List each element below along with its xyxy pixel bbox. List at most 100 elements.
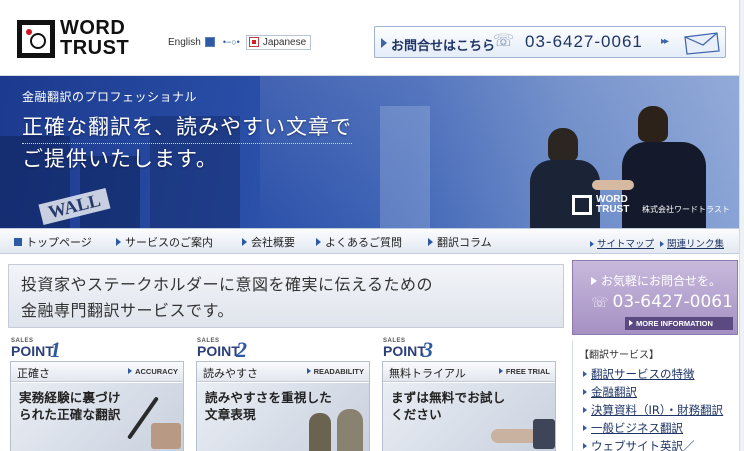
nav-label: 会社概要 xyxy=(251,236,295,249)
brand-mark-icon xyxy=(572,195,592,215)
card-header: 読みやすさ READABILITY xyxy=(197,362,369,382)
services-heading: 【翻訳サービス】 xyxy=(579,350,659,361)
card-title: 無料トライアル xyxy=(389,367,466,380)
hero-tagline: 金融翻訳のプロフェッショナル xyxy=(22,90,198,104)
nav-label: サービスのご案内 xyxy=(125,236,213,249)
card-body: まずは無料でお試し ください xyxy=(391,390,506,422)
point-card: 無料トライアル FREE TRIAL まずは無料でお試し ください xyxy=(382,361,556,451)
hero-brand: WORD TRUST 株式会社ワードトラスト xyxy=(572,194,738,220)
brand-company: 株式会社ワードトラスト xyxy=(642,205,730,214)
card-eng: FREE TRIAL xyxy=(498,367,550,376)
point-label: POINT xyxy=(383,343,426,359)
arrow-right-icon xyxy=(583,407,587,413)
arrow-right-icon xyxy=(583,389,587,395)
side-contact-phone: ☏ 03-6427-0061 xyxy=(591,292,733,312)
english-square-icon xyxy=(204,37,215,47)
nav-item-column[interactable]: 翻訳コラム xyxy=(428,234,492,250)
lang-english-link[interactable]: English xyxy=(168,37,201,48)
global-nav: トップページ サービスのご案内 会社概要 よくあるご質問 翻訳コラム サイトマッ… xyxy=(0,228,744,254)
side-contact-banner[interactable]: お気軽にお問合せを。 ☏ 03-6427-0061 MORE INFORMATIO… xyxy=(572,260,738,335)
arrow-right-icon xyxy=(306,368,311,374)
side-contact-label: お気軽にお問合せを。 xyxy=(591,272,721,289)
intro-box: 投資家やステークホルダーに意図を確実に伝えるための 金融専門翻訳サービスです。 xyxy=(8,264,564,328)
card-title: 読みやすさ xyxy=(203,367,258,380)
nav-item-company[interactable]: 会社概要 xyxy=(242,234,295,250)
service-link-business[interactable]: 一般ビジネス翻訳 xyxy=(583,420,683,436)
card-eng: ACCURACY xyxy=(128,367,178,376)
logo-text: WORD TRUST xyxy=(60,17,130,59)
phone-icon: ☏ xyxy=(493,31,515,51)
brand-text: WORD TRUST xyxy=(596,194,630,215)
point-number: 2 xyxy=(236,337,247,362)
connector-icon: •−○• xyxy=(222,37,240,47)
more-information-button[interactable]: MORE INFORMATION xyxy=(625,317,733,330)
building-shape xyxy=(380,106,430,228)
sleeve-shape xyxy=(533,419,555,449)
point-label: POINT xyxy=(197,343,240,359)
nav-item-faq[interactable]: よくあるご質問 xyxy=(316,234,402,250)
page: WORD TRUST English •−○• Japanese お問合せはこち… xyxy=(0,0,744,451)
service-link-finance[interactable]: 金融翻訳 xyxy=(583,384,637,400)
nav-links-link[interactable]: 関連リンク集 xyxy=(660,236,724,250)
arrow-right-icon xyxy=(591,277,597,285)
card-header: 無料トライアル FREE TRIAL xyxy=(383,362,555,382)
arrow-right-icon xyxy=(498,368,503,374)
hero-banner: WALL 金融翻訳のプロフェッショナル 正確な翻訳を、読みやすい文章で ご提供い… xyxy=(0,76,744,228)
nav-label: よくあるご質問 xyxy=(325,236,402,249)
service-link-ir[interactable]: 決算資料（IR）・財務翻訳 xyxy=(583,402,723,418)
card-body: 読みやすさを重視した 文章表現 xyxy=(205,390,333,422)
logo-mark-icon xyxy=(17,20,55,58)
lang-japanese-label: Japanese xyxy=(262,36,307,48)
card-body: 実務経験に裏づけ られた正確な翻訳 xyxy=(19,390,121,422)
arrow-right-icon xyxy=(428,238,433,246)
service-link-features[interactable]: 翻訳サービスの特徴 xyxy=(583,366,695,382)
vertical-scrollbar[interactable] xyxy=(739,0,744,451)
service-link-website[interactable]: ウェブサイト英訳／ xyxy=(583,438,695,451)
card-header: 正確さ ACCURACY xyxy=(11,362,183,382)
services-menu: 【翻訳サービス】 翻訳サービスの特徴 金融翻訳 決算資料（IR）・財務翻訳 一般… xyxy=(572,340,738,451)
sales-point-3[interactable]: SALES POINT 3 無料トライアル FREE TRIAL まずは無料でお… xyxy=(380,337,556,451)
contact-label: お問合せはこちら xyxy=(391,39,496,54)
arrow-right-icon xyxy=(128,368,133,374)
double-arrow-icon: ▸▸ xyxy=(661,36,669,47)
card-title: 正確さ xyxy=(17,367,50,380)
nav-item-top[interactable]: トップページ xyxy=(14,234,92,250)
businessman-head xyxy=(548,128,578,162)
intro-line: 金融専門翻訳サービスです。 xyxy=(21,301,234,320)
arrow-right-icon xyxy=(381,38,387,48)
hero-headline-line1: 正確な翻訳を、読みやすい文章で xyxy=(22,112,352,144)
word-trust-logo[interactable]: WORD TRUST xyxy=(17,17,145,61)
intro-text: 投資家やステークホルダーに意図を確実に伝えるための 金融専門翻訳サービスです。 xyxy=(21,272,433,324)
intro-line: 投資家やステークホルダーに意図を確実に伝えるための xyxy=(21,275,434,294)
japan-flag-icon xyxy=(248,37,259,47)
envelope-icon xyxy=(684,32,720,55)
sales-points: SALES POINT 1 正確さ ACCURACY 実務経験に裏づけ られた正… xyxy=(8,337,564,451)
card-eng: READABILITY xyxy=(306,367,364,376)
sales-point-2[interactable]: SALES POINT 2 読みやすさ READABILITY 読みやすさを重視… xyxy=(194,337,370,451)
arrow-right-icon xyxy=(242,238,247,246)
nav-label: トップページ xyxy=(26,236,92,249)
contact-banner[interactable]: お問合せはこちら ☏ 03-6427-0061 ▸▸ xyxy=(374,26,726,58)
point-number: 3 xyxy=(422,337,433,362)
nav-sub-label: 関連リンク集 xyxy=(667,239,725,250)
nav-label: 翻訳コラム xyxy=(437,236,492,249)
point-card: 正確さ ACCURACY 実務経験に裏づけ られた正確な翻訳 xyxy=(10,361,184,451)
nav-sitemap-link[interactable]: サイトマップ xyxy=(590,236,654,250)
hero-headline: 正確な翻訳を、読みやすい文章で ご提供いたします。 xyxy=(22,112,352,174)
person-shape xyxy=(337,409,363,451)
contact-phone: 03-6427-0061 xyxy=(525,32,643,51)
square-bullet-icon xyxy=(14,238,22,246)
phone-icon: ☏ xyxy=(591,295,609,311)
arrow-right-icon xyxy=(316,238,321,246)
language-switcher: English •−○• Japanese xyxy=(168,34,312,50)
hero-headline-line2: ご提供いたします。 xyxy=(22,147,218,171)
lang-japanese-link[interactable]: Japanese xyxy=(245,34,312,50)
sales-point-1[interactable]: SALES POINT 1 正確さ ACCURACY 実務経験に裏づけ られた正… xyxy=(8,337,184,451)
point-card: 読みやすさ READABILITY 読みやすさを重視した 文章表現 xyxy=(196,361,370,451)
arrow-right-icon xyxy=(660,241,664,247)
businessman-head xyxy=(638,106,668,142)
arrow-right-icon xyxy=(590,241,594,247)
nav-sub-label: サイトマップ xyxy=(597,239,655,250)
arrow-right-icon xyxy=(629,320,633,326)
nav-item-services[interactable]: サービスのご案内 xyxy=(116,234,213,250)
